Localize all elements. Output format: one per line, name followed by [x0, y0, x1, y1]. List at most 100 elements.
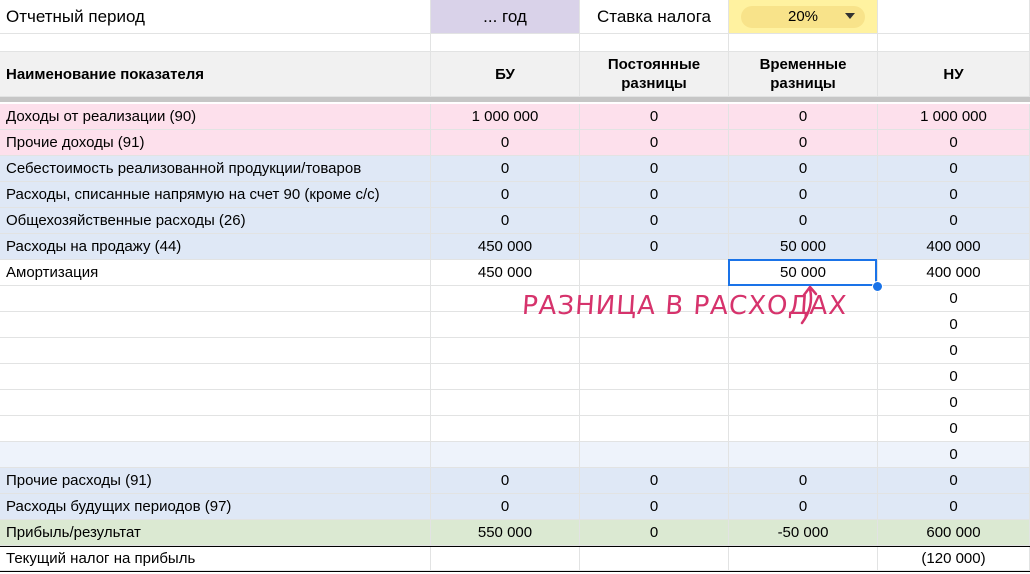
- period-value-cell[interactable]: ... год: [431, 0, 580, 34]
- bu-cell[interactable]: 0: [431, 156, 580, 182]
- row-name-cell[interactable]: Прочие расходы (91): [0, 468, 431, 494]
- permanent-diff-cell[interactable]: [580, 547, 729, 571]
- bu-cell[interactable]: 0: [431, 182, 580, 208]
- row-name-cell[interactable]: Прочие доходы (91): [0, 130, 431, 156]
- bu-cell[interactable]: 1 000 000: [431, 104, 580, 130]
- nu-cell[interactable]: 0: [878, 338, 1030, 364]
- row-name-cell[interactable]: Общехозяйственные расходы (26): [0, 208, 431, 234]
- nu-cell[interactable]: 0: [878, 442, 1030, 468]
- temporary-diff-cell[interactable]: -50 000: [729, 520, 878, 546]
- empty-cell[interactable]: [580, 34, 729, 52]
- nu-cell[interactable]: 0: [878, 312, 1030, 338]
- nu-cell[interactable]: 400 000: [878, 234, 1030, 260]
- col-header-bu[interactable]: БУ: [431, 52, 580, 97]
- nu-cell[interactable]: 0: [878, 494, 1030, 520]
- bu-cell[interactable]: 0: [431, 468, 580, 494]
- temporary-diff-cell[interactable]: 0: [729, 130, 878, 156]
- bu-cell[interactable]: 0: [431, 208, 580, 234]
- temporary-diff-cell[interactable]: 0: [729, 104, 878, 130]
- nu-cell[interactable]: 0: [878, 156, 1030, 182]
- permanent-diff-cell[interactable]: [580, 442, 729, 468]
- temporary-diff-cell[interactable]: [729, 547, 878, 571]
- bu-cell[interactable]: 450 000: [431, 260, 580, 286]
- row-name-cell[interactable]: [0, 312, 431, 338]
- permanent-diff-cell[interactable]: 0: [580, 130, 729, 156]
- permanent-diff-cell[interactable]: [580, 364, 729, 390]
- permanent-diff-cell[interactable]: 0: [580, 468, 729, 494]
- chevron-down-icon[interactable]: [845, 12, 855, 19]
- permanent-diff-cell[interactable]: [580, 390, 729, 416]
- temporary-diff-cell[interactable]: 0: [729, 468, 878, 494]
- row-name-cell[interactable]: Расходы на продажу (44): [0, 234, 431, 260]
- temporary-diff-cell[interactable]: 0: [729, 156, 878, 182]
- nu-cell[interactable]: 0: [878, 468, 1030, 494]
- temporary-diff-cell[interactable]: [729, 390, 878, 416]
- temporary-diff-cell[interactable]: 50 000: [729, 234, 878, 260]
- nu-cell[interactable]: 0: [878, 182, 1030, 208]
- permanent-diff-cell[interactable]: 0: [580, 520, 729, 546]
- row-name-cell[interactable]: [0, 390, 431, 416]
- permanent-diff-cell[interactable]: [580, 338, 729, 364]
- nu-cell[interactable]: 1 000 000: [878, 104, 1030, 130]
- row-name-cell[interactable]: Амортизация: [0, 260, 431, 286]
- row-name-cell[interactable]: Расходы, списанные напрямую на счет 90 (…: [0, 182, 431, 208]
- nu-cell[interactable]: 0: [878, 286, 1030, 312]
- nu-cell[interactable]: 0: [878, 390, 1030, 416]
- permanent-diff-cell[interactable]: 0: [580, 494, 729, 520]
- col-header-name[interactable]: Наименование показателя: [0, 52, 431, 97]
- row-name-cell[interactable]: [0, 286, 431, 312]
- temporary-diff-cell[interactable]: [729, 338, 878, 364]
- empty-cell[interactable]: [878, 0, 1030, 34]
- tax-rate-cell[interactable]: 20%: [729, 0, 878, 34]
- bu-cell[interactable]: [431, 416, 580, 442]
- row-name-cell[interactable]: Текущий налог на прибыль: [0, 547, 431, 571]
- permanent-diff-cell[interactable]: 0: [580, 182, 729, 208]
- bu-cell[interactable]: [431, 547, 580, 571]
- temporary-diff-cell[interactable]: 0: [729, 182, 878, 208]
- empty-cell[interactable]: [878, 34, 1030, 52]
- bu-cell[interactable]: [431, 390, 580, 416]
- nu-cell[interactable]: 0: [878, 130, 1030, 156]
- bu-cell[interactable]: 450 000: [431, 234, 580, 260]
- empty-cell[interactable]: [431, 34, 580, 52]
- row-name-cell[interactable]: [0, 416, 431, 442]
- nu-cell[interactable]: 0: [878, 416, 1030, 442]
- permanent-diff-cell[interactable]: 0: [580, 208, 729, 234]
- row-name-cell[interactable]: Себестоимость реализованной продукции/то…: [0, 156, 431, 182]
- temporary-diff-cell[interactable]: [729, 442, 878, 468]
- permanent-diff-cell[interactable]: [580, 416, 729, 442]
- fill-handle[interactable]: [872, 281, 883, 292]
- row-name-cell[interactable]: Расходы будущих периодов (97): [0, 494, 431, 520]
- nu-cell[interactable]: (120 000): [878, 547, 1030, 571]
- bu-cell[interactable]: [431, 442, 580, 468]
- bu-cell[interactable]: 0: [431, 494, 580, 520]
- nu-cell[interactable]: 600 000: [878, 520, 1030, 546]
- empty-cell[interactable]: [729, 34, 878, 52]
- bu-cell[interactable]: 0: [431, 130, 580, 156]
- nu-cell[interactable]: 0: [878, 208, 1030, 234]
- nu-cell[interactable]: 400 000: [878, 260, 1030, 286]
- nu-cell[interactable]: 0: [878, 364, 1030, 390]
- frozen-row-divider[interactable]: [0, 97, 1030, 102]
- permanent-diff-cell[interactable]: [580, 260, 729, 286]
- col-header-permanent[interactable]: Постоянные разницы: [580, 52, 729, 97]
- bu-cell[interactable]: [431, 364, 580, 390]
- permanent-diff-cell[interactable]: 0: [580, 104, 729, 130]
- permanent-diff-cell[interactable]: 0: [580, 156, 729, 182]
- temporary-diff-cell[interactable]: 0: [729, 208, 878, 234]
- temporary-diff-cell[interactable]: [729, 364, 878, 390]
- row-name-cell[interactable]: [0, 442, 431, 468]
- temporary-diff-cell[interactable]: [729, 416, 878, 442]
- row-name-cell[interactable]: Доходы от реализации (90): [0, 104, 431, 130]
- row-name-cell[interactable]: [0, 338, 431, 364]
- col-header-nu[interactable]: НУ: [878, 52, 1030, 97]
- permanent-diff-cell[interactable]: 0: [580, 234, 729, 260]
- temporary-diff-cell[interactable]: 0: [729, 494, 878, 520]
- bu-cell[interactable]: [431, 338, 580, 364]
- bu-cell[interactable]: 550 000: [431, 520, 580, 546]
- tax-rate-dropdown[interactable]: 20%: [741, 5, 865, 28]
- row-name-cell[interactable]: Прибыль/результат: [0, 520, 431, 546]
- row-name-cell[interactable]: [0, 364, 431, 390]
- col-header-temporary[interactable]: Временные разницы: [729, 52, 878, 97]
- empty-cell[interactable]: [0, 34, 431, 52]
